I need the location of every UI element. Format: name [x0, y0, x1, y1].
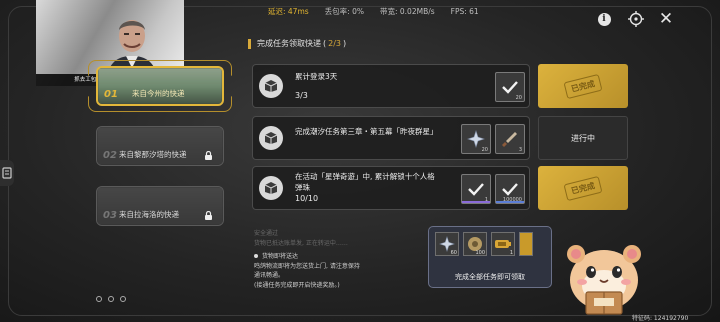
courier-event-screen: 延迟: 47ms 丢包率: 0% 带宽: 0.02MB/s FPS: 61 i …	[0, 0, 720, 322]
reward-slot[interactable]: 20	[495, 72, 525, 102]
reward-count: 20	[515, 95, 522, 101]
close-button[interactable]: ✕	[656, 9, 676, 29]
courier-card-3[interactable]: 03 来自拉海洛的快递	[96, 186, 224, 226]
reward-slot[interactable]: 20	[461, 124, 491, 154]
quest-row-1: 累计登录3天 3/3 20	[252, 64, 530, 108]
final-reward-slot[interactable]	[519, 232, 533, 256]
close-icon: ✕	[658, 9, 674, 29]
final-reward-slot[interactable]: 100	[463, 232, 487, 256]
network-hud: 延迟: 47ms 丢包率: 0% 带宽: 0.02MB/s FPS: 61	[268, 3, 479, 19]
package-icon	[259, 74, 283, 98]
final-reward-panel[interactable]: 60 100 1 完成全部任务即可领取	[428, 226, 552, 288]
quest-title-line1: 在活动「星弹奇遊」中, 累计解锁十个人格	[295, 172, 435, 181]
section-progress-open: (	[323, 39, 327, 48]
status-label: 进行中	[571, 133, 595, 143]
shard-icon	[467, 130, 485, 148]
courier-card-1[interactable]: 01 来自今州的快递	[96, 66, 224, 106]
header-accent-bar	[248, 38, 251, 49]
battery-icon	[495, 240, 511, 248]
quest-title-line2: 弹珠	[295, 183, 310, 192]
target-button[interactable]	[626, 9, 646, 29]
info-line-with-bullet: 货物即将送达	[254, 252, 434, 262]
info-line: 安全通过	[254, 230, 279, 237]
courier-index: 02	[103, 150, 117, 161]
checkmark-icon	[502, 183, 518, 196]
courier-index: 03	[103, 210, 117, 221]
reward-count: 60	[450, 250, 457, 256]
page-dot	[96, 296, 102, 302]
lock-icon	[205, 151, 212, 160]
quest-status-done-3[interactable]: 已完成	[538, 166, 628, 210]
info-line: 货物即将送达	[262, 253, 299, 260]
package-icon	[259, 176, 283, 200]
reward-slot[interactable]: 1	[461, 174, 491, 204]
section-progress: 2/3	[328, 39, 341, 48]
side-menu-tab[interactable]	[0, 160, 14, 186]
section-title: 完成任务领取快递	[257, 39, 321, 48]
final-reward-label: 完成全部任务即可领取	[455, 273, 525, 281]
final-reward-slot[interactable]: 1	[491, 232, 515, 256]
lock-icon	[205, 211, 212, 220]
info-icon: i	[597, 12, 611, 26]
quest-status-done-1[interactable]: 已完成	[538, 64, 628, 108]
section-header: 完成任务领取快递 ( 2/3 )	[248, 38, 346, 49]
reward-slot[interactable]: 3	[495, 124, 525, 154]
info-line: 鸣鸽物流即将为您送货上门, 请注意保持	[254, 262, 360, 270]
reward-count: 1	[509, 250, 513, 256]
checkmark-icon	[502, 81, 518, 94]
latency-readout: 延迟: 47ms	[268, 6, 309, 16]
reward-count: 100	[475, 250, 485, 256]
quest-status-inprogress-2: 进行中	[538, 116, 628, 160]
courier-index: 01	[104, 89, 118, 100]
quest-title: 在活动「星弹奇遊」中, 累计解锁十个人格 弹珠	[295, 171, 435, 193]
info-line: (接通任务完成即开启快递奖励。)	[254, 281, 340, 289]
fps-readout: FPS: 61	[450, 6, 479, 16]
info-line: 货物已抵达账单发, 正在转运中……	[254, 239, 348, 247]
book-icon	[2, 167, 12, 179]
package-icon	[259, 126, 283, 150]
page-dots	[96, 296, 126, 302]
final-reward-slot[interactable]: 60	[435, 232, 459, 256]
checkmark-icon	[468, 183, 484, 196]
reward-count: 3	[518, 147, 522, 153]
packet-loss-readout: 丢包率: 0%	[324, 6, 364, 16]
hamster-mascot-icon	[567, 245, 641, 315]
page-dot	[108, 296, 114, 302]
info-line: 通讯畅通。	[254, 272, 285, 279]
info-button[interactable]: i	[594, 9, 614, 29]
player-uid: 特征码: 124192790	[632, 315, 689, 322]
reward-slot[interactable]: 100000	[495, 174, 525, 204]
status-stamp: 已完成	[563, 73, 603, 99]
delivery-info: 安全通过 货物已抵达账单发, 正在转运中…… 货物即将送达 鸣鸽物流即将为您送货…	[254, 229, 434, 290]
status-stamp: 已完成	[563, 175, 603, 201]
quest-row-2: 完成潮汐任务第三章・第五幕「昨夜群星」 20 3	[252, 116, 530, 160]
rarity-bar	[496, 201, 524, 203]
courier-name: 来自今州的快递	[132, 89, 185, 98]
sword-icon	[502, 132, 517, 147]
quest-row-3: 在活动「星弹奇遊」中, 累计解锁十个人格 弹珠 10/10 1 100000	[252, 166, 530, 210]
quest-progress: 10/10	[295, 194, 319, 203]
quest-title: 累计登录3天	[295, 72, 338, 81]
courier-name: 来自黎那汐塔的快递	[119, 150, 187, 159]
quest-title: 完成潮汐任务第三章・第五幕「昨夜群星」	[295, 127, 438, 136]
reward-count: 20	[481, 147, 488, 153]
courier-name: 来自拉海洛的快递	[119, 210, 179, 219]
quest-progress: 3/3	[295, 91, 308, 100]
section-progress-close: )	[343, 39, 347, 48]
bullet-dot	[254, 254, 258, 258]
rarity-bar	[462, 201, 490, 203]
page-dot	[120, 296, 126, 302]
courier-card-2[interactable]: 02 来自黎那汐塔的快递	[96, 126, 224, 166]
bandwidth-readout: 带宽: 0.02MB/s	[379, 6, 435, 16]
target-icon	[628, 11, 644, 27]
